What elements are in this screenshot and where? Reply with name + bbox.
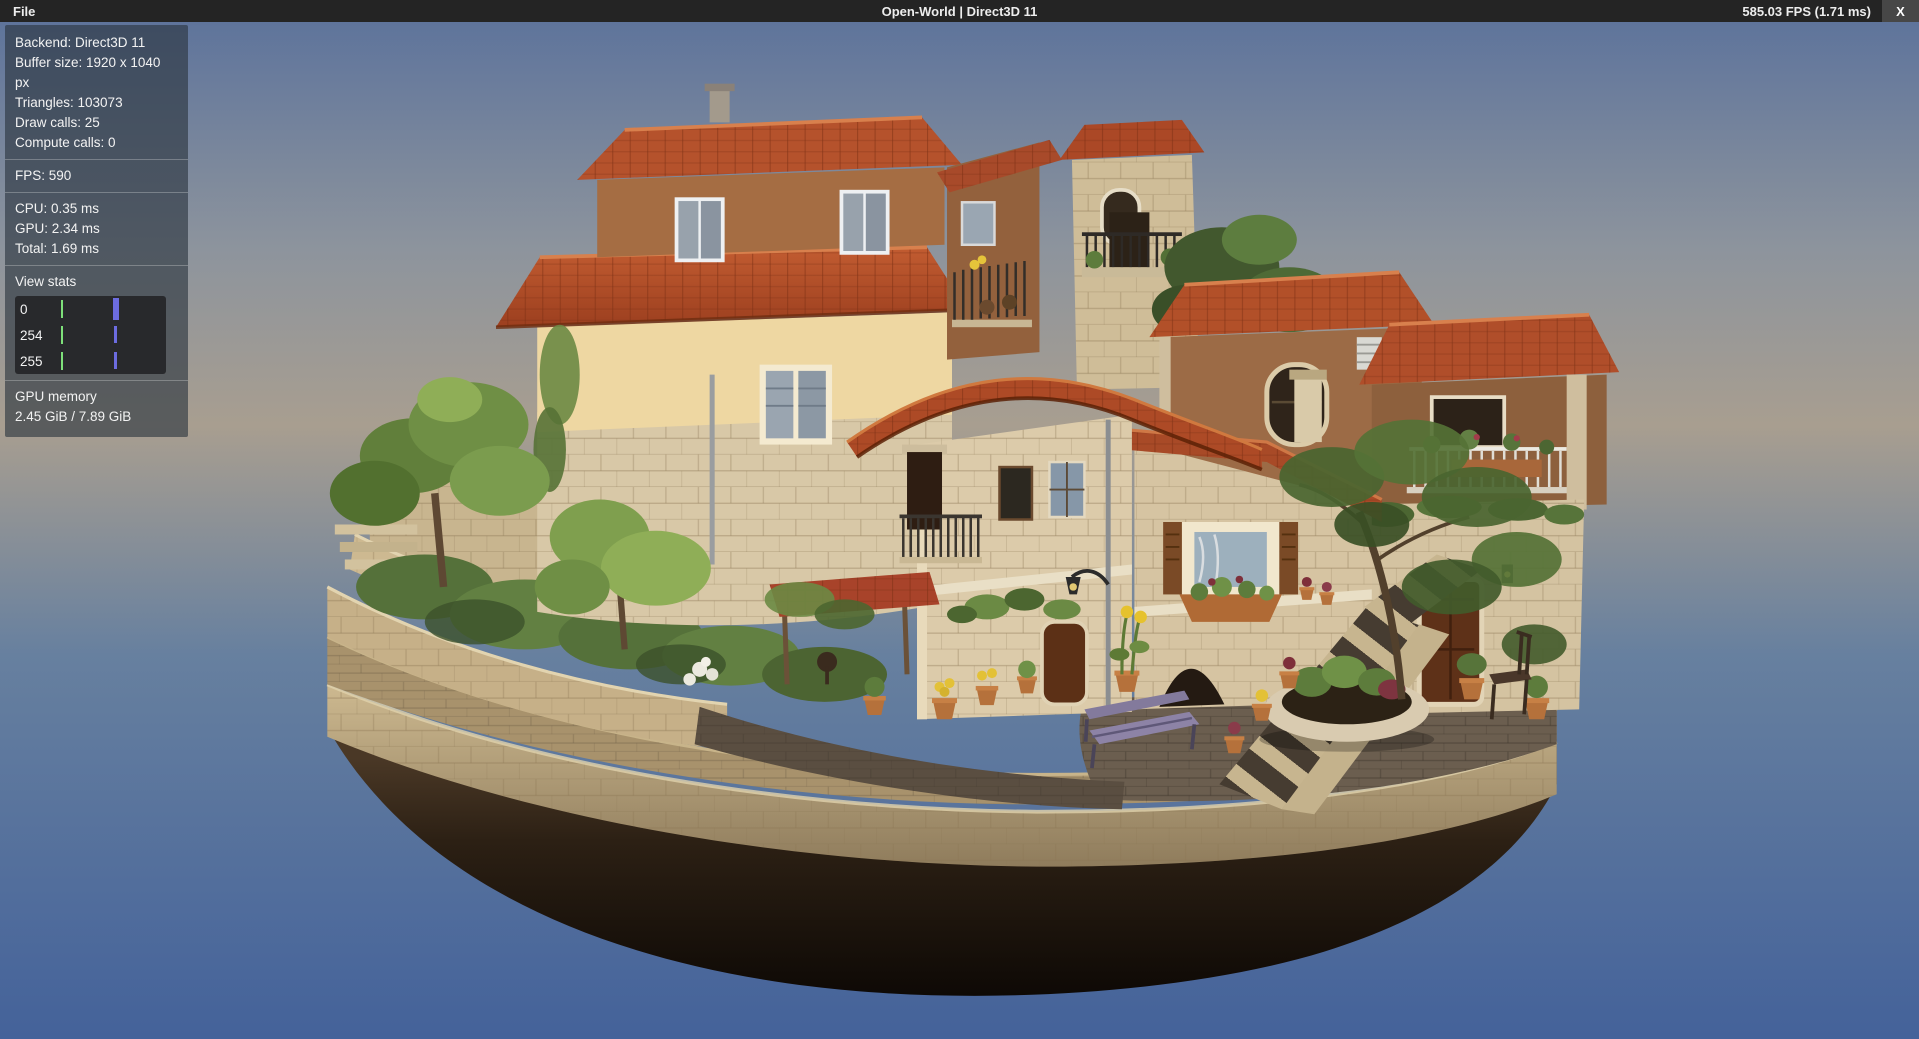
view-stats-row: 254 [15, 322, 166, 348]
row-label: 0 [20, 302, 28, 317]
timing-section: CPU: 0.35 ms GPU: 2.34 ms Total: 1.69 ms [15, 199, 178, 259]
view-stats-section: View stats 0 254 255 [15, 272, 178, 374]
stat-buffer-size: Buffer size: 1920 x 1040 px [15, 53, 178, 93]
divider [5, 265, 188, 266]
menubar: File Open-World | Direct3D 11 585.03 FPS… [0, 0, 1919, 22]
divider [5, 192, 188, 193]
row-label: 254 [20, 328, 43, 343]
fps-section: FPS: 590 [15, 166, 178, 186]
stats-overlay-panel: Backend: Direct3D 11 Buffer size: 1920 x… [5, 25, 188, 437]
green-marker [61, 326, 63, 344]
divider [5, 159, 188, 160]
blue-bar [114, 326, 117, 343]
gpu-memory-label: GPU memory [15, 387, 178, 407]
menu-file[interactable]: File [0, 4, 48, 19]
blue-bar [113, 298, 119, 320]
view-stats-row: 255 [15, 348, 166, 374]
stat-cpu: CPU: 0.35 ms [15, 199, 178, 219]
scene-3d-viewport[interactable] [0, 0, 1919, 1039]
stat-draw-calls: Draw calls: 25 [15, 113, 178, 133]
stat-compute-calls: Compute calls: 0 [15, 133, 178, 153]
gpu-memory-section: GPU memory 2.45 GiB / 7.89 GiB [15, 387, 178, 427]
render-viewport[interactable] [0, 0, 1919, 1039]
green-marker [61, 300, 63, 318]
stat-total: Total: 1.69 ms [15, 239, 178, 259]
green-marker [61, 352, 63, 370]
stat-backend: Backend: Direct3D 11 [15, 33, 178, 53]
close-button[interactable]: X [1882, 0, 1919, 22]
divider [5, 380, 188, 381]
render-info-section: Backend: Direct3D 11 Buffer size: 1920 x… [15, 33, 178, 153]
stat-fps: FPS: 590 [15, 166, 178, 186]
fps-readout: 585.03 FPS (1.71 ms) [1742, 4, 1871, 19]
stat-gpu: GPU: 2.34 ms [15, 219, 178, 239]
window-title: Open-World | Direct3D 11 [0, 4, 1919, 19]
view-stats-table: 0 254 255 [15, 296, 166, 374]
view-stats-row: 0 [15, 296, 166, 322]
gpu-memory-value: 2.45 GiB / 7.89 GiB [15, 407, 178, 427]
view-stats-label: View stats [15, 272, 178, 292]
stat-triangles: Triangles: 103073 [15, 93, 178, 113]
blue-bar [114, 352, 117, 369]
row-label: 255 [20, 354, 43, 369]
